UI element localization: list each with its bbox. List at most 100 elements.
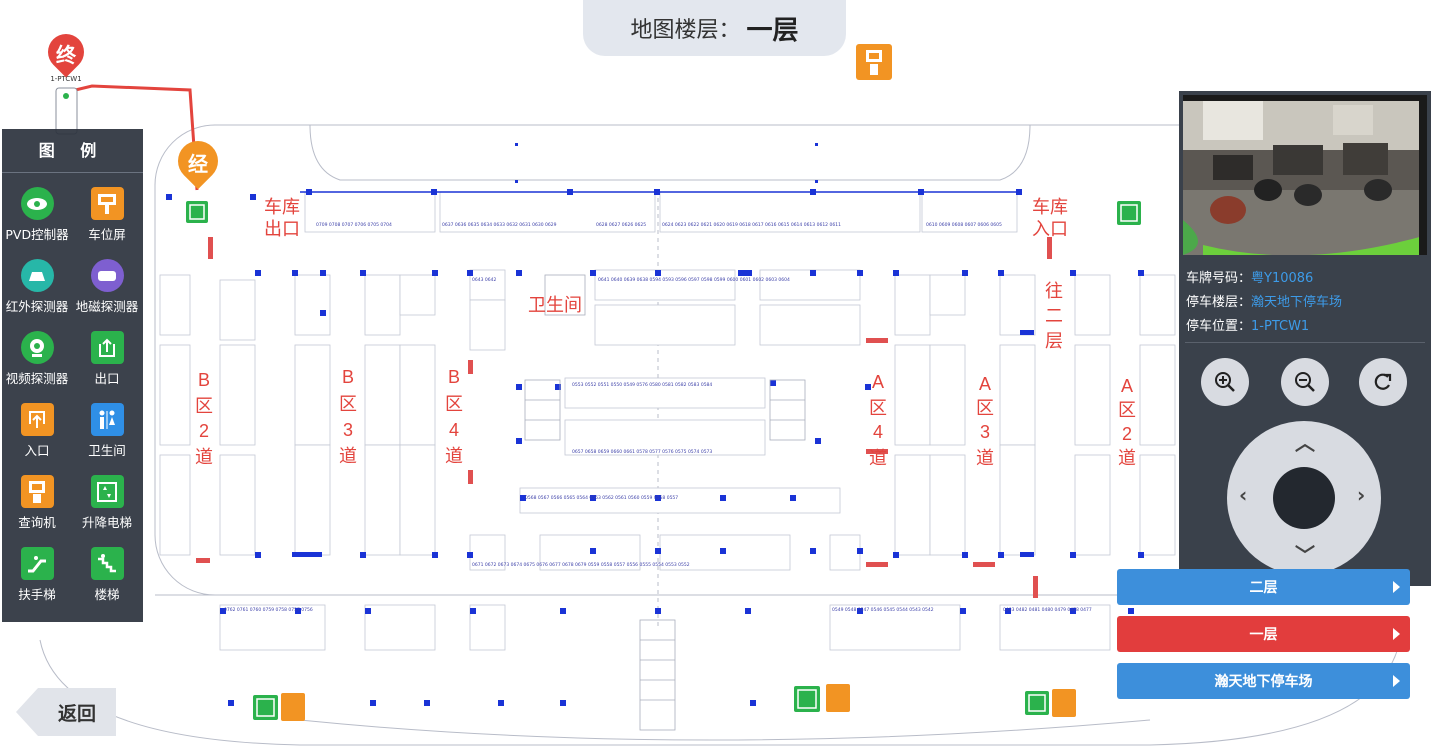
floor-title-value: 一层 <box>746 15 799 46</box>
video-detector-icon <box>20 331 54 364</box>
legend-item-exit: 出口 <box>72 331 142 403</box>
kiosk-icon[interactable] <box>856 44 892 80</box>
pan-center-button[interactable] <box>1273 467 1335 529</box>
svg-text:区: 区 <box>976 398 994 418</box>
svg-text:道: 道 <box>869 448 887 468</box>
via-marker-label: 经 <box>188 152 208 176</box>
pan-right-button[interactable]: › <box>1357 483 1365 507</box>
escalator-icon <box>20 547 54 580</box>
lane-b3-label: B区 3 道 <box>339 367 357 466</box>
via-marker-pin[interactable]: 经 <box>169 132 227 190</box>
svg-text:层: 层 <box>1045 331 1063 351</box>
floor-title-label: 地图楼层： <box>630 18 741 43</box>
legend-item-elevator: 升降电梯 <box>72 475 142 547</box>
kiosk-icon <box>20 475 54 508</box>
floor-title: 地图楼层： 一层 <box>583 0 846 56</box>
pan-left-button[interactable]: ‹ <box>1239 483 1247 507</box>
svg-text:0568 0567 0566 0565 0564 0563: 0568 0567 0566 0565 0564 0563 0562 0561 … <box>525 495 678 501</box>
plate-row: 车牌号码：粤Y10086 <box>1186 271 1314 286</box>
svg-text:区: 区 <box>195 396 213 416</box>
svg-text:0624 0623 0622 0621 0620 0619: 0624 0623 0622 0621 0620 0619 0618 0617 … <box>662 222 841 228</box>
svg-text:2: 2 <box>1122 424 1132 444</box>
legend-item-pvd: PVD控制器 <box>2 187 72 259</box>
position-row: 停车位置：1-PTCW1 <box>1186 319 1310 334</box>
svg-text:4: 4 <box>873 422 883 442</box>
exit-icon <box>90 331 124 364</box>
legend-item-stairs: 楼梯 <box>72 547 142 619</box>
reset-button[interactable] <box>1359 358 1407 406</box>
floor-value: 瀚天地下停车场 <box>1251 295 1343 310</box>
pvd-controller-icon <box>20 187 54 220</box>
svg-text:道: 道 <box>445 446 463 466</box>
pan-up-button[interactable]: ︿ <box>1295 427 1315 456</box>
pan-down-button[interactable]: ﹀ <box>1295 539 1315 568</box>
svg-text:4: 4 <box>449 420 459 440</box>
svg-text:0762 0761 0760 0759 0758 0757: 0762 0761 0760 0759 0758 0757 0756 <box>224 607 313 613</box>
svg-text:A: A <box>979 374 991 394</box>
svg-text:B: B <box>342 367 354 387</box>
lane-a4-label: A区 4 道 <box>869 372 887 468</box>
svg-text:A: A <box>872 372 884 392</box>
svg-text:0549 0548 0547 0546 0545 0544: 0549 0548 0547 0546 0545 0544 0543 0542 <box>832 607 934 613</box>
vehicle-info-panel: 车牌号码：粤Y10086 停车楼层：瀚天地下停车场 停车位置：1-PTCW1 ︿… <box>1179 91 1431 586</box>
zoom-out-icon <box>1295 372 1315 392</box>
end-marker-label: 终 <box>56 43 76 67</box>
svg-text:出口: 出口 <box>264 219 300 239</box>
infrared-detector-icon <box>20 259 54 292</box>
lane-a3-label: A区 3 道 <box>976 374 994 468</box>
svg-text:0637 0636 0635 0634 0633 0632: 0637 0636 0635 0634 0633 0632 0631 0630 … <box>442 222 557 228</box>
plate-value: 粤Y10086 <box>1251 271 1314 286</box>
arrow-right-icon <box>1393 675 1400 687</box>
arrow-right-icon <box>1393 581 1400 593</box>
svg-text:3: 3 <box>980 422 990 442</box>
direction-pad: ︿ ﹀ ‹ › <box>1227 421 1381 575</box>
elevator-icon <box>90 475 124 508</box>
legend-item-geomagnetic: 地磁探测器 <box>72 259 142 331</box>
svg-text:二: 二 <box>1045 306 1063 326</box>
entrance-icon <box>20 403 54 436</box>
legend-panel: 图 例 PVD控制器 车位屏 红外探测器 地磁探测器 视频探测器 出口 入口 卫… <box>2 129 143 622</box>
legend-item-parking-screen: 车位屏 <box>72 187 142 259</box>
floor-button-underground[interactable]: 瀚天地下停车场 <box>1117 663 1410 699</box>
svg-text:0483 0482 0481 0480 0479 0478: 0483 0482 0481 0480 0479 0478 0477 <box>1003 607 1092 613</box>
legend-item-entrance: 入口 <box>2 403 72 475</box>
svg-text:区: 区 <box>869 398 887 418</box>
parking-screen-icon <box>90 187 124 220</box>
svg-text:3: 3 <box>343 420 353 440</box>
svg-text:0641 0640 0639 0638 0594 0593: 0641 0640 0639 0638 0594 0593 0596 0597 … <box>598 277 790 283</box>
floor-button-2f[interactable]: 二层 <box>1117 569 1410 605</box>
svg-text:0709 0708 0707 0706 0705 0704: 0709 0708 0707 0706 0705 0704 <box>316 222 392 228</box>
zoom-in-icon <box>1215 372 1235 392</box>
garage-entrance-label: 车库 <box>1032 197 1068 217</box>
svg-text:B: B <box>198 370 210 390</box>
stairs-icon <box>90 547 124 580</box>
svg-text:0657 0658 0659 0660 0661 0578: 0657 0658 0659 0660 0661 0578 0577 0576 … <box>572 449 712 455</box>
legend-item-infrared: 红外探测器 <box>2 259 72 331</box>
svg-text:区: 区 <box>339 394 357 414</box>
svg-text:道: 道 <box>339 446 357 466</box>
legend-title: 图 例 <box>2 129 143 173</box>
lane-b2-label: B区 2 道 <box>195 370 213 467</box>
svg-text:0610 0609 0608 0607 0606 0605: 0610 0609 0608 0607 0606 0605 <box>926 222 1002 228</box>
svg-text:区: 区 <box>1118 400 1136 420</box>
redo-icon <box>1374 373 1392 390</box>
svg-text:0628 0627 0626 0625: 0628 0627 0626 0625 <box>596 222 646 228</box>
garage-exit-label: 车库 <box>264 197 300 217</box>
floor-button-1f[interactable]: 一层 <box>1117 616 1410 652</box>
geomagnetic-detector-icon <box>90 259 124 292</box>
end-marker-pin[interactable]: 终 <box>40 26 92 78</box>
svg-text:0553 0552 0551 0550 0549 0576: 0553 0552 0551 0550 0549 0576 0580 0581 … <box>572 382 712 388</box>
floor-row: 停车楼层：瀚天地下停车场 <box>1186 295 1343 310</box>
zoom-in-button[interactable] <box>1201 358 1249 406</box>
svg-text:道: 道 <box>195 447 213 467</box>
camera-snapshot <box>1183 95 1427 255</box>
legend-item-kiosk: 查询机 <box>2 475 72 547</box>
svg-text:入口: 入口 <box>1032 219 1068 239</box>
svg-text:2: 2 <box>199 421 209 441</box>
position-value: 1-PTCW1 <box>1251 319 1310 334</box>
svg-text:区: 区 <box>445 394 463 414</box>
lane-b4-label: B区 4 道 <box>445 367 463 466</box>
restroom-icon <box>90 403 124 436</box>
zoom-out-button[interactable] <box>1281 358 1329 406</box>
legend-item-video: 视频探测器 <box>2 331 72 403</box>
